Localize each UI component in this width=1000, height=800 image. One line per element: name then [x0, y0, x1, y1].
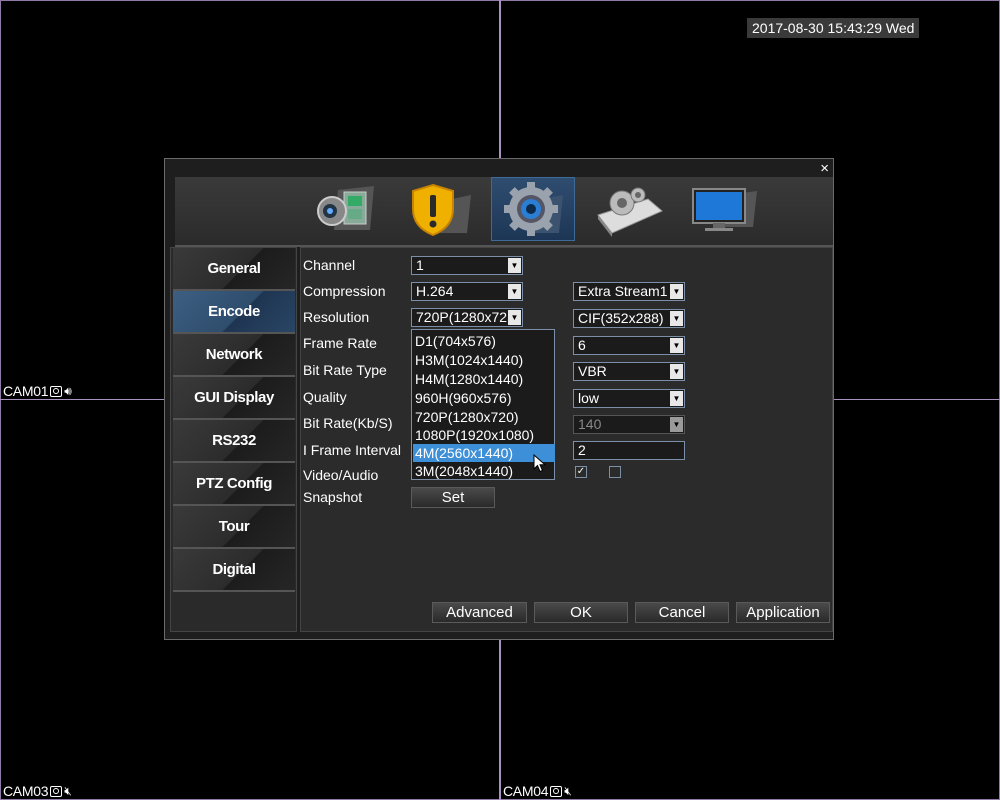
- chevron-down-icon: ▼: [670, 338, 683, 353]
- frame-rate-label: Frame Rate: [303, 335, 377, 351]
- sidebar-item-ptz-config[interactable]: PTZ Config: [173, 463, 295, 506]
- chevron-down-icon: ▼: [508, 284, 521, 299]
- compression-value: H.264: [416, 283, 454, 299]
- settings-sidebar: General Encode Network GUI Display RS232…: [170, 247, 297, 632]
- extra-iframe-interval-input[interactable]: 2: [573, 441, 685, 460]
- record-status-icon: [50, 785, 63, 797]
- extra-frame-rate-value: 6: [578, 337, 586, 353]
- resolution-label: Resolution: [303, 309, 370, 325]
- extra-resolution-select[interactable]: CIF(352x288) ▼: [573, 309, 685, 328]
- close-icon[interactable]: ×: [820, 160, 829, 177]
- record-status-icon: [50, 385, 63, 397]
- resolution-option[interactable]: H3M(1024x1440): [413, 351, 555, 369]
- extra-stream-select[interactable]: Extra Stream1 ▼: [573, 282, 685, 301]
- ok-button[interactable]: OK: [534, 602, 628, 623]
- datetime-overlay: 2017-08-30 15:43:29 Wed: [747, 18, 920, 38]
- resolution-option[interactable]: H4M(1280x1440): [413, 370, 555, 388]
- bit-rate-label: Bit Rate(Kb/S): [303, 415, 393, 431]
- tab-tools[interactable]: [586, 177, 670, 241]
- bit-rate-type-label: Bit Rate Type: [303, 362, 387, 378]
- chevron-down-icon: ▼: [670, 391, 683, 406]
- tab-info[interactable]: [681, 177, 765, 241]
- extra-audio-checkbox[interactable]: [609, 466, 621, 478]
- snapshot-set-button[interactable]: Set: [411, 487, 495, 508]
- video-audio-label: Video/Audio: [303, 467, 379, 483]
- extra-bit-rate-type-select[interactable]: VBR ▼: [573, 362, 685, 381]
- resolution-option[interactable]: 720P(1280x720): [413, 408, 555, 426]
- speaker-muted-icon: 🔇︎: [64, 783, 72, 798]
- resolution-select[interactable]: 720P(1280x72 ▼: [411, 308, 523, 327]
- sidebar-item-tour[interactable]: Tour: [173, 506, 295, 549]
- quality-label: Quality: [303, 389, 347, 405]
- record-icon: [317, 186, 374, 230]
- chevron-down-icon: ▼: [508, 310, 521, 325]
- sidebar-item-rs232[interactable]: RS232: [173, 420, 295, 463]
- extra-video-checkbox[interactable]: ✓: [575, 466, 587, 478]
- snapshot-label: Snapshot: [303, 489, 363, 505]
- compression-label: Compression: [303, 283, 386, 299]
- sidebar-item-gui-display[interactable]: GUI Display: [173, 377, 295, 420]
- resolution-option[interactable]: D1(704x576): [413, 332, 555, 350]
- sidebar-item-encode[interactable]: Encode: [173, 291, 295, 334]
- tab-record[interactable]: [301, 177, 385, 241]
- compression-select[interactable]: H.264 ▼: [411, 282, 523, 301]
- resolution-value: 720P(1280x72: [416, 309, 508, 325]
- chevron-down-icon: ▼: [670, 417, 683, 432]
- cancel-button[interactable]: Cancel: [635, 602, 729, 623]
- extra-bit-rate-type-value: VBR: [578, 363, 607, 379]
- chevron-down-icon: ▼: [670, 284, 683, 299]
- sidebar-item-general[interactable]: General: [173, 248, 295, 291]
- chevron-down-icon: ▼: [670, 311, 683, 326]
- resolution-option[interactable]: 960H(960x576): [413, 389, 555, 407]
- chevron-down-icon: ▼: [670, 364, 683, 379]
- channel-label: Channel: [303, 257, 356, 273]
- tab-alarm[interactable]: [396, 177, 480, 241]
- extra-bit-rate-value: 140: [578, 416, 602, 432]
- speaker-muted-icon: 🔇︎: [564, 783, 572, 798]
- camera-label-cam04: CAM04 🔇︎: [503, 783, 572, 799]
- encode-panel: [300, 247, 833, 632]
- extra-resolution-value: CIF(352x288): [578, 310, 664, 326]
- info-monitor-icon: [692, 188, 757, 231]
- advanced-button[interactable]: Advanced: [432, 602, 527, 623]
- extra-frame-rate-select[interactable]: 6 ▼: [573, 336, 685, 355]
- resolution-option[interactable]: 1080P(1920x1080): [413, 426, 555, 444]
- camera-name: CAM04: [503, 783, 549, 799]
- extra-quality-value: low: [578, 390, 600, 406]
- extra-bit-rate-select: 140 ▼: [573, 415, 685, 434]
- system-settings-icon: [504, 182, 563, 236]
- top-tab-bar: [175, 177, 833, 247]
- camera-label-cam01: CAM01 🔊︎: [3, 383, 72, 399]
- sidebar-item-network[interactable]: Network: [173, 334, 295, 377]
- application-button[interactable]: Application: [736, 602, 830, 623]
- camera-label-cam03: CAM03 🔇︎: [3, 783, 72, 799]
- camera-name: CAM01: [3, 383, 49, 399]
- camera-name: CAM03: [3, 783, 49, 799]
- channel-value: 1: [416, 257, 424, 273]
- iframe-interval-label: I Frame Interval: [303, 442, 402, 458]
- extra-quality-select[interactable]: low ▼: [573, 389, 685, 408]
- extra-stream-value: Extra Stream1: [578, 283, 668, 299]
- chevron-down-icon: ▼: [508, 258, 521, 273]
- sidebar-item-digital[interactable]: Digital: [173, 549, 295, 592]
- speaker-icon: 🔊︎: [64, 383, 72, 398]
- channel-select[interactable]: 1 ▼: [411, 256, 523, 275]
- record-status-icon: [550, 785, 563, 797]
- alarm-icon: [412, 183, 471, 237]
- tab-system[interactable]: [491, 177, 575, 241]
- mouse-cursor-icon: [533, 454, 547, 473]
- tools-icon: [597, 187, 663, 237]
